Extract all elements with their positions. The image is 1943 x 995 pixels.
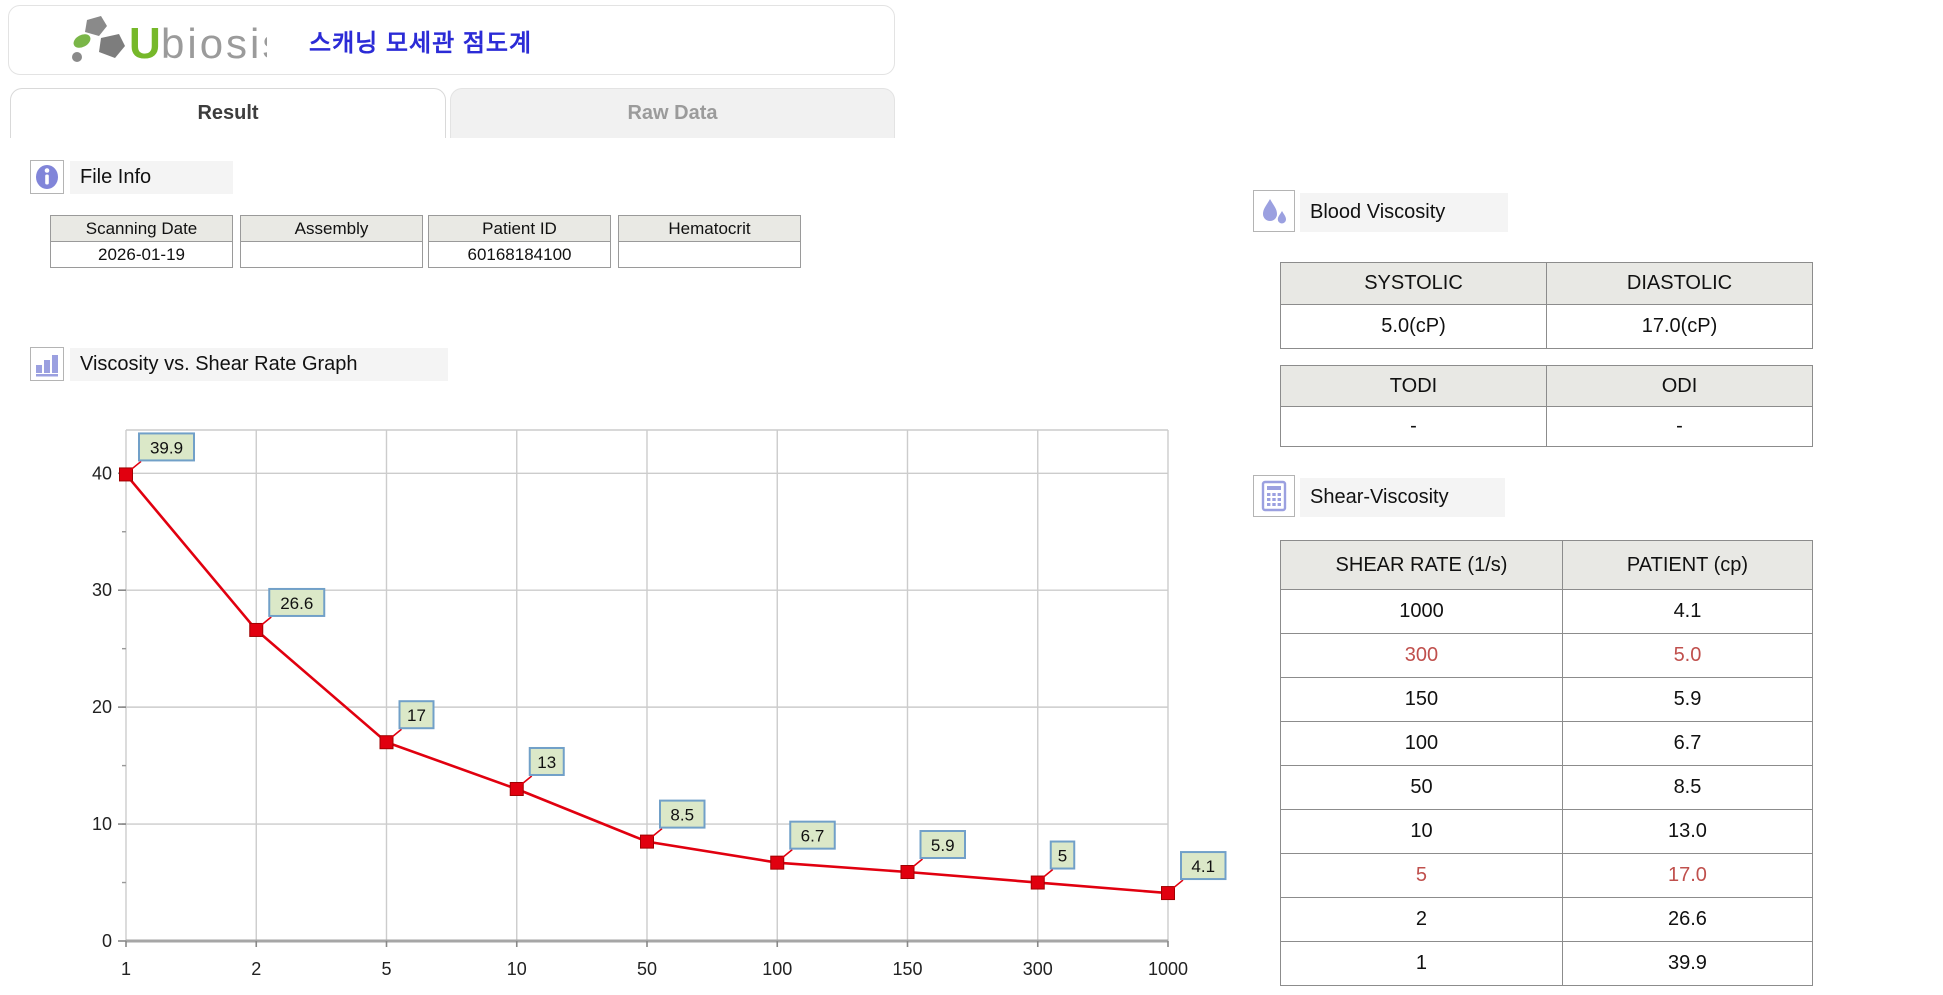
table-row: 50 8.5 [1281,766,1813,810]
shear-rate-cell: 300 [1281,634,1563,678]
shear-rate-cell: 10 [1281,810,1563,854]
field-hematocrit: Hematocrit [618,215,801,268]
table-row: 2 26.6 [1281,898,1813,942]
x-tick-label: 5 [381,959,391,979]
table-header-row: SHEAR RATE (1/s) PATIENT (cp) [1281,541,1813,590]
shear-viscosity-section-title: Shear-Viscosity [1300,478,1505,517]
info-icon [30,160,64,194]
patient-cell: 5.0 [1562,634,1812,678]
data-label-text: 8.5 [670,806,694,825]
app-header: U biosis 스캐닝 모세관 점도계 [8,5,895,75]
patient-cell: 17.0 [1562,854,1812,898]
field-label: Hematocrit [619,216,800,242]
systolic-value: 5.0(cP) [1281,305,1547,349]
shear-viscosity-table: SHEAR RATE (1/s) PATIENT (cp) 1000 4.1 3… [1280,540,1813,986]
y-tick-label: 20 [92,697,112,717]
table-header-row: SYSTOLIC DIASTOLIC [1281,263,1813,305]
table-row: 1000 4.1 [1281,590,1813,634]
shear-rate-cell: 2 [1281,898,1563,942]
y-tick-label: 0 [102,931,112,951]
field-label: Assembly [241,216,422,242]
x-tick-label: 10 [507,959,527,979]
odi-header: ODI [1547,366,1813,407]
patient-cell: 8.5 [1562,766,1812,810]
x-tick-label: 100 [762,959,792,979]
patient-cell: 39.9 [1562,942,1812,986]
todi-odi-table: TODI ODI - - [1280,365,1813,447]
shear-rate-cell: 100 [1281,722,1563,766]
field-label: Scanning Date [51,216,232,242]
x-tick-label: 1 [121,959,131,979]
data-label-text: 6.7 [801,827,825,846]
blood-drops-icon [1253,190,1295,232]
field-value [241,242,422,267]
y-tick-label: 10 [92,814,112,834]
tab-result[interactable]: Result [10,88,446,138]
data-label-text: 39.9 [150,438,183,457]
table-header-row: TODI ODI [1281,366,1813,407]
patient-cell: 4.1 [1562,590,1812,634]
patient-cell: 13.0 [1562,810,1812,854]
svg-text:U: U [129,19,161,66]
shear-rate-cell: 50 [1281,766,1563,810]
x-tick-label: 50 [637,959,657,979]
patient-cell: 26.6 [1562,898,1812,942]
field-value [619,242,800,267]
data-label-text: 17 [407,706,426,725]
data-label-text: 26.6 [280,594,313,613]
table-row: - - [1281,407,1813,447]
viscosity-shear-rate-chart: 0 10 20 30 40 1 2 5 10 50 100 150 300 1000 39.9 26.6 17 1… [60,405,1240,995]
field-value: 2026-01-19 [51,242,232,267]
diastolic-header: DIASTOLIC [1547,263,1813,305]
shear-rate-cell: 1000 [1281,590,1563,634]
field-scanning-date: Scanning Date 2026-01-19 [50,215,233,268]
table-row: 100 6.7 [1281,722,1813,766]
x-tick-label: 2 [251,959,261,979]
todi-header: TODI [1281,366,1547,407]
file-info-section-title: File Info [70,161,233,194]
y-tick-label: 30 [92,580,112,600]
table-row: 150 5.9 [1281,678,1813,722]
field-value: 60168184100 [429,242,610,267]
table-row: 5.0(cP) 17.0(cP) [1281,305,1813,349]
table-row: 5 17.0 [1281,854,1813,898]
data-label-text: 13 [537,753,556,772]
data-label-text: 5 [1058,847,1067,866]
svg-text:biosis: biosis [161,20,267,66]
x-tick-label: 150 [892,959,922,979]
viscometer-report-page: U biosis 스캐닝 모세관 점도계 Result Raw Data Fil… [0,0,1943,995]
diastolic-value: 17.0(cP) [1547,305,1813,349]
patient-cell: 6.7 [1562,722,1812,766]
x-tick-label: 1000 [1148,959,1188,979]
x-tick-label: 300 [1023,959,1053,979]
blood-viscosity-section-title: Blood Viscosity [1300,193,1508,232]
bar-chart-icon [30,347,64,381]
systolic-header: SYSTOLIC [1281,263,1547,305]
y-tick-label: 40 [92,463,112,483]
field-patient-id: Patient ID 60168184100 [428,215,611,268]
page-title: 스캐닝 모세관 점도계 [309,23,532,58]
shear-rate-cell: 5 [1281,854,1563,898]
todi-value: - [1281,407,1547,447]
odi-value: - [1547,407,1813,447]
shear-rate-cell: 150 [1281,678,1563,722]
patient-cell: 5.9 [1562,678,1812,722]
ubiosis-logo-icon: U biosis [67,14,267,66]
data-label-text: 4.1 [1191,857,1215,876]
chart-gridlines [126,430,1168,941]
table-row: 1 39.9 [1281,942,1813,986]
table-row: 10 13.0 [1281,810,1813,854]
field-assembly: Assembly [240,215,423,268]
data-label-text: 5.9 [931,836,955,855]
shear-rate-header: SHEAR RATE (1/s) [1281,541,1563,590]
graph-section-title: Viscosity vs. Shear Rate Graph [70,348,448,381]
field-label: Patient ID [429,216,610,242]
table-row: 300 5.0 [1281,634,1813,678]
patient-header: PATIENT (cp) [1562,541,1812,590]
blood-viscosity-table: SYSTOLIC DIASTOLIC 5.0(cP) 17.0(cP) [1280,262,1813,349]
shear-rate-cell: 1 [1281,942,1563,986]
calculator-icon [1253,475,1295,517]
tab-raw-data[interactable]: Raw Data [450,88,895,138]
